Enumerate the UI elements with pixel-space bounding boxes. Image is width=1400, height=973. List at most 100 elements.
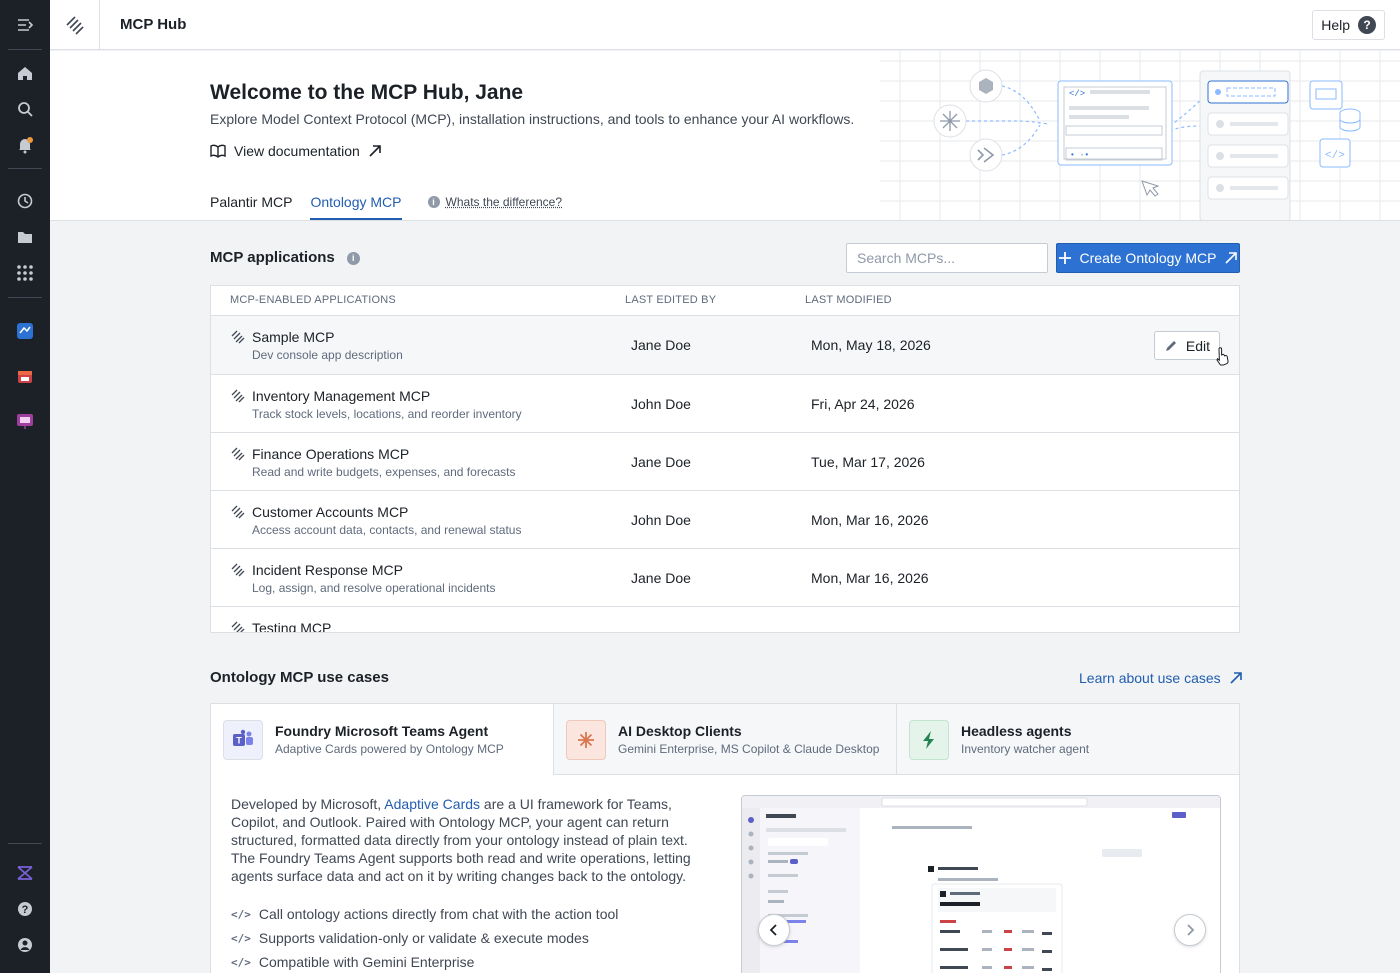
application-name[interactable]: Sample MCP [252,329,334,345]
info-icon: i [427,196,440,208]
list-item: </> Compatible with Gemini Enterprise [231,950,618,973]
learn-about-use-cases-label: Learn about use cases [1079,670,1221,686]
edit-button[interactable]: Edit [1153,331,1220,360]
teams-preview-screenshot [741,795,1221,973]
help-button[interactable]: Help ? [1312,10,1385,40]
svg-text:?: ? [22,904,29,916]
tab-teams-agent[interactable]: T Foundry Microsoft Teams Agent Adaptive… [211,704,553,775]
tab-palantir-mcp[interactable]: Palantir MCP [210,194,292,220]
whats-the-difference-label: Whats the difference? [445,195,563,209]
bolt-icon [909,720,949,760]
application-description: Read and write budgets, expenses, and fo… [252,465,516,479]
view-documentation-label: View documentation [234,143,360,159]
application-description: Access account data, contacts, and renew… [252,523,522,537]
last-edited-by: Jane Doe [631,570,691,586]
feature-text: Compatible with Gemini Enterprise [258,954,475,970]
page-title: Welcome to the MCP Hub, Jane [210,81,524,104]
mcp-icon [231,505,245,519]
page-subtitle: Explore Model Context Protocol (MCP), in… [210,111,855,127]
column-header-applications[interactable]: MCP-ENABLED APPLICATIONS [230,294,396,306]
last-edited-by: Jane Doe [631,337,691,353]
code-icon: </> [231,907,251,921]
last-edited-by: John Doe [631,396,691,412]
menu-toggle-icon[interactable] [0,7,50,43]
table-row[interactable]: Incident Response MCP Log, assign, and r… [211,549,1239,607]
list-item: </> Supports validation-only or validate… [231,926,618,950]
description-prefix: Developed by Microsoft, [231,796,385,812]
table-row[interactable]: Inventory Management MCP Track stock lev… [211,375,1239,433]
hand-cursor-icon [1216,347,1229,366]
last-modified: Mon, Mar 16, 2026 [811,512,929,528]
mcp-logo-icon[interactable] [50,0,100,50]
home-icon[interactable] [0,55,50,91]
whats-the-difference-link[interactable]: i Whats the difference? [427,195,563,220]
column-header-last-modified[interactable]: LAST MODIFIED [805,294,892,306]
table-row[interactable]: Customer Accounts MCP Access account dat… [211,491,1239,549]
use-cases-title: Ontology MCP use cases [210,669,389,686]
feature-text: Supports validation-only or validate & e… [258,930,589,946]
view-documentation-link[interactable]: View documentation [210,143,382,159]
plus-icon [1058,252,1071,264]
tab-ai-desktop-clients[interactable]: AI Desktop Clients Gemini Enterprise, MS… [553,704,896,775]
use-case-tabs: T Foundry Microsoft Teams Agent Adaptive… [211,704,1239,775]
search-mcps-input[interactable] [846,243,1048,273]
adaptive-cards-link[interactable]: Adaptive Cards [384,796,480,812]
create-ontology-mcp-button[interactable]: Create Ontology MCP [1056,243,1240,273]
application-name[interactable]: Incident Response MCP [252,562,403,578]
sparkle-icon [566,720,606,760]
account-icon[interactable] [0,927,50,963]
info-icon[interactable]: i [346,251,360,265]
last-modified: Mon, Mar 16, 2026 [811,570,929,586]
table-header: MCP-ENABLED APPLICATIONS LAST EDITED BY … [211,286,1239,316]
carousel-next-button[interactable] [1174,914,1206,946]
use-case-subtitle: Adaptive Cards powered by Ontology MCP [275,742,504,756]
application-name[interactable]: Testing MCP [252,620,331,632]
application-name[interactable]: Customer Accounts MCP [252,504,408,520]
external-link-icon [1225,252,1238,264]
question-icon: ? [1358,16,1376,34]
application-description: Track stock levels, locations, and reord… [252,407,522,421]
mcp-icon [231,330,245,344]
history-icon[interactable] [0,183,50,219]
table-row[interactable]: Sample MCP Dev console app description J… [211,316,1239,375]
use-case-title: AI Desktop Clients [618,723,742,739]
help-icon[interactable]: ? [0,891,50,927]
svg-text:</>: </> [1069,89,1085,99]
tab-headless-agents[interactable]: Headless agents Inventory watcher agent [896,704,1239,775]
svg-text:</>: </> [1325,150,1345,162]
search-icon[interactable] [0,91,50,127]
chevron-left-icon [769,924,777,936]
sidebar-divider [8,297,42,298]
code-icon: </> [231,955,251,969]
use-case-title: Foundry Microsoft Teams Agent [275,723,489,739]
mcp-icon [231,563,245,577]
workspace-switcher-icon[interactable] [0,855,50,891]
tab-ontology-mcp[interactable]: Ontology MCP [310,194,402,220]
application-name[interactable]: Finance Operations MCP [252,446,409,462]
mcp-hub-app-icon[interactable] [0,313,50,349]
sidebar-divider [8,843,42,844]
use-case-subtitle: Inventory watcher agent [961,742,1090,756]
store-app-icon[interactable] [0,359,50,395]
feature-text: Call ontology actions directly from chat… [258,906,619,922]
app-title: MCP Hub [120,16,187,33]
mcp-applications-table: MCP-ENABLED APPLICATIONS LAST EDITED BY … [210,285,1240,633]
mcp-icon [231,621,245,632]
notifications-icon[interactable] [0,127,50,163]
presentation-app-icon[interactable] [0,403,50,439]
apps-grid-icon[interactable] [0,255,50,291]
folder-icon[interactable] [0,219,50,255]
external-link-icon [369,145,381,157]
last-edited-by: John Doe [631,512,691,528]
table-row[interactable]: Finance Operations MCP Read and write bu… [211,433,1239,491]
table-row[interactable]: Testing MCP [211,607,1239,632]
carousel-prev-button[interactable] [758,914,790,946]
feature-list: </> Call ontology actions directly from … [231,902,618,973]
learn-about-use-cases-link[interactable]: Learn about use cases [1079,670,1243,686]
mcp-applications-header: MCP applications i [210,249,360,266]
application-description: Dev console app description [252,348,403,362]
column-header-last-edited-by[interactable]: LAST EDITED BY [625,294,716,306]
application-name[interactable]: Inventory Management MCP [252,388,430,404]
list-item: </> Call ontology actions directly from … [231,902,618,926]
hero-illustration: </> • ·• </> [880,51,1400,220]
